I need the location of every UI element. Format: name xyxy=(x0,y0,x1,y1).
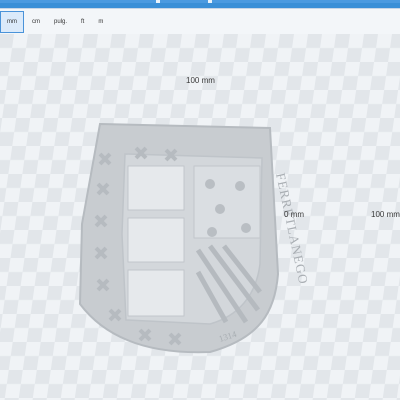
dimension-label-right: 100 mm xyxy=(371,210,400,219)
shield-quarter-1 xyxy=(127,165,185,211)
toolbar-handle-right[interactable] xyxy=(208,0,212,3)
unit-cm-button[interactable]: cm xyxy=(26,12,46,32)
unit-inch-button[interactable]: pulg. xyxy=(48,12,73,32)
toolbar-handle-left[interactable] xyxy=(156,0,160,3)
3d-viewport[interactable]: FERRETLANEGO 1314 100 mm 0 mm 100 mm xyxy=(0,34,400,400)
shield-model[interactable]: FERRETLANEGO 1314 xyxy=(70,114,310,374)
shield-quarter-2 xyxy=(127,217,185,263)
unit-ft-button[interactable]: ft xyxy=(75,12,90,32)
unit-selector: mm cm pulg. ft m xyxy=(0,8,400,35)
dimension-label-center: 0 mm xyxy=(284,210,304,219)
toolbar-strip xyxy=(0,0,400,3)
unit-m-button[interactable]: m xyxy=(92,12,109,32)
unit-mm-button[interactable]: mm xyxy=(0,11,24,33)
shield-quarter-3 xyxy=(127,269,185,317)
dimension-label-top: 100 mm xyxy=(186,76,215,85)
